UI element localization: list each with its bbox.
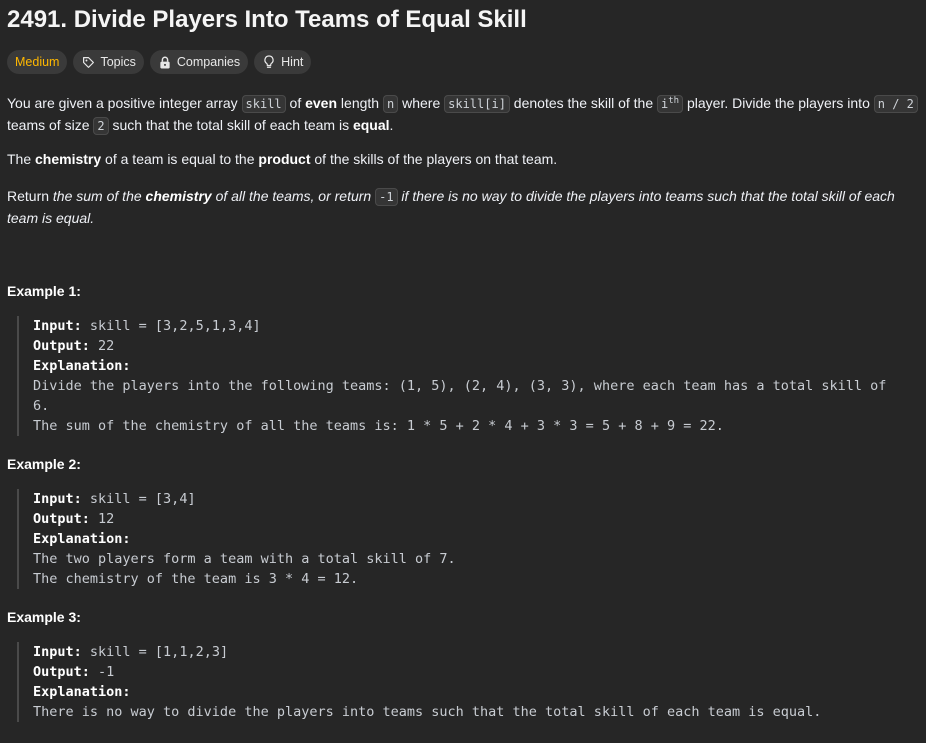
italic-text: of all the teams, or return xyxy=(211,188,376,204)
inline-code: -1 xyxy=(375,188,398,206)
example-explanation-label: Explanation: xyxy=(33,529,919,549)
output-value: 22 xyxy=(89,338,115,354)
example-explanation-line: The sum of the chemistry of all the team… xyxy=(33,418,724,434)
text: such that the total skill of each team i… xyxy=(108,117,353,133)
example-1-block: Input: skill = [3,2,5,1,3,4] Output: 22 … xyxy=(17,316,919,436)
example-input: Input: skill = [1,1,2,3] xyxy=(33,642,919,662)
text: of the skills of the players on that tea… xyxy=(310,151,558,167)
problem-title: 2491. Divide Players Into Teams of Equal… xyxy=(7,6,527,33)
example-explanation-line: The chemistry of the team is 3 * 4 = 12. xyxy=(33,571,359,587)
output-value: 12 xyxy=(89,511,115,527)
example-explanation-label: Explanation: xyxy=(33,682,919,702)
italic-text: chemistry xyxy=(145,188,212,204)
bold-text: equal xyxy=(352,117,390,133)
hint-label: Hint xyxy=(281,55,304,69)
description-paragraph-3: Return the sum of the chemistry of all t… xyxy=(7,186,919,229)
hint-button[interactable]: Hint xyxy=(254,50,312,74)
text: player. Divide the players into xyxy=(683,95,874,111)
input-value: skill = [3,4] xyxy=(81,491,196,507)
bold-text: chemistry xyxy=(146,188,212,204)
example-explanation-line: 6. xyxy=(33,398,50,414)
inline-code: n xyxy=(382,95,399,113)
italic-text: the sum of the xyxy=(52,188,146,204)
example-3-block: Input: skill = [1,1,2,3] Output: -1 Expl… xyxy=(17,642,919,722)
example-3-title: Example 3: xyxy=(7,609,81,625)
inline-code: ith xyxy=(657,95,684,113)
text: denotes the skill of the xyxy=(509,95,658,111)
input-value: skill = [3,2,5,1,3,4] xyxy=(81,318,261,334)
inline-code: 2 xyxy=(93,117,109,135)
example-explanation-line: The two players form a team with a total… xyxy=(33,551,456,567)
example-2-block: Input: skill = [3,4] Output: 12 Explanat… xyxy=(17,489,919,589)
bold-text: product xyxy=(258,151,311,167)
text: of xyxy=(285,95,306,111)
example-input: Input: skill = [3,2,5,1,3,4] xyxy=(33,316,919,336)
example-1-title: Example 1: xyxy=(7,283,81,299)
example-output: Output: -1 xyxy=(33,662,919,682)
explanation-label: Explanation: xyxy=(33,531,131,547)
text: teams of size xyxy=(7,117,94,133)
output-label: Output: xyxy=(33,664,90,680)
example-explanation-line: Divide the players into the following te… xyxy=(33,378,887,394)
example-explanation-label: Explanation: xyxy=(33,356,919,376)
text: of a team is equal to the xyxy=(101,151,259,167)
example-2-title: Example 2: xyxy=(7,456,81,472)
example-output: Output: 12 xyxy=(33,509,919,529)
input-value: skill = [1,1,2,3] xyxy=(81,644,229,660)
description-paragraph-1: You are given a positive integer array s… xyxy=(7,91,919,137)
inline-code: skill xyxy=(241,95,286,113)
text: The xyxy=(7,151,36,167)
description-paragraph-2: The chemistry of a team is equal to the … xyxy=(7,149,919,170)
superscript: th xyxy=(668,96,680,106)
example-output: Output: 22 xyxy=(33,336,919,356)
example-input: Input: skill = [3,4] xyxy=(33,489,919,509)
topics-label: Topics xyxy=(100,55,136,69)
difficulty-badge: Medium xyxy=(7,50,68,74)
text: length xyxy=(337,95,383,111)
inline-code: skill[i] xyxy=(444,95,510,113)
tag-icon xyxy=(81,55,95,69)
explanation-label: Explanation: xyxy=(33,358,131,374)
text: You are given a positive integer array xyxy=(7,95,242,111)
input-label: Input: xyxy=(33,491,82,507)
input-label: Input: xyxy=(33,644,82,660)
companies-button[interactable]: Companies xyxy=(149,50,249,74)
input-label: Input: xyxy=(33,318,82,334)
difficulty-label: Medium xyxy=(15,55,60,69)
companies-label: Companies xyxy=(176,55,241,69)
output-label: Output: xyxy=(33,511,90,527)
text: . xyxy=(389,117,394,133)
inline-code: n / 2 xyxy=(873,95,918,113)
lock-icon xyxy=(158,55,172,69)
bold-text: even xyxy=(305,95,338,111)
explanation-label: Explanation: xyxy=(33,684,131,700)
problem-tags: Medium Topics Companies Hint xyxy=(7,50,312,74)
output-value: -1 xyxy=(89,664,115,680)
text: where xyxy=(398,95,445,111)
bold-text: chemistry xyxy=(35,151,102,167)
output-label: Output: xyxy=(33,338,90,354)
lightbulb-icon xyxy=(262,55,276,69)
topics-button[interactable]: Topics xyxy=(73,50,144,74)
example-explanation-line: There is no way to divide the players in… xyxy=(33,704,822,720)
text: Return xyxy=(7,188,53,204)
